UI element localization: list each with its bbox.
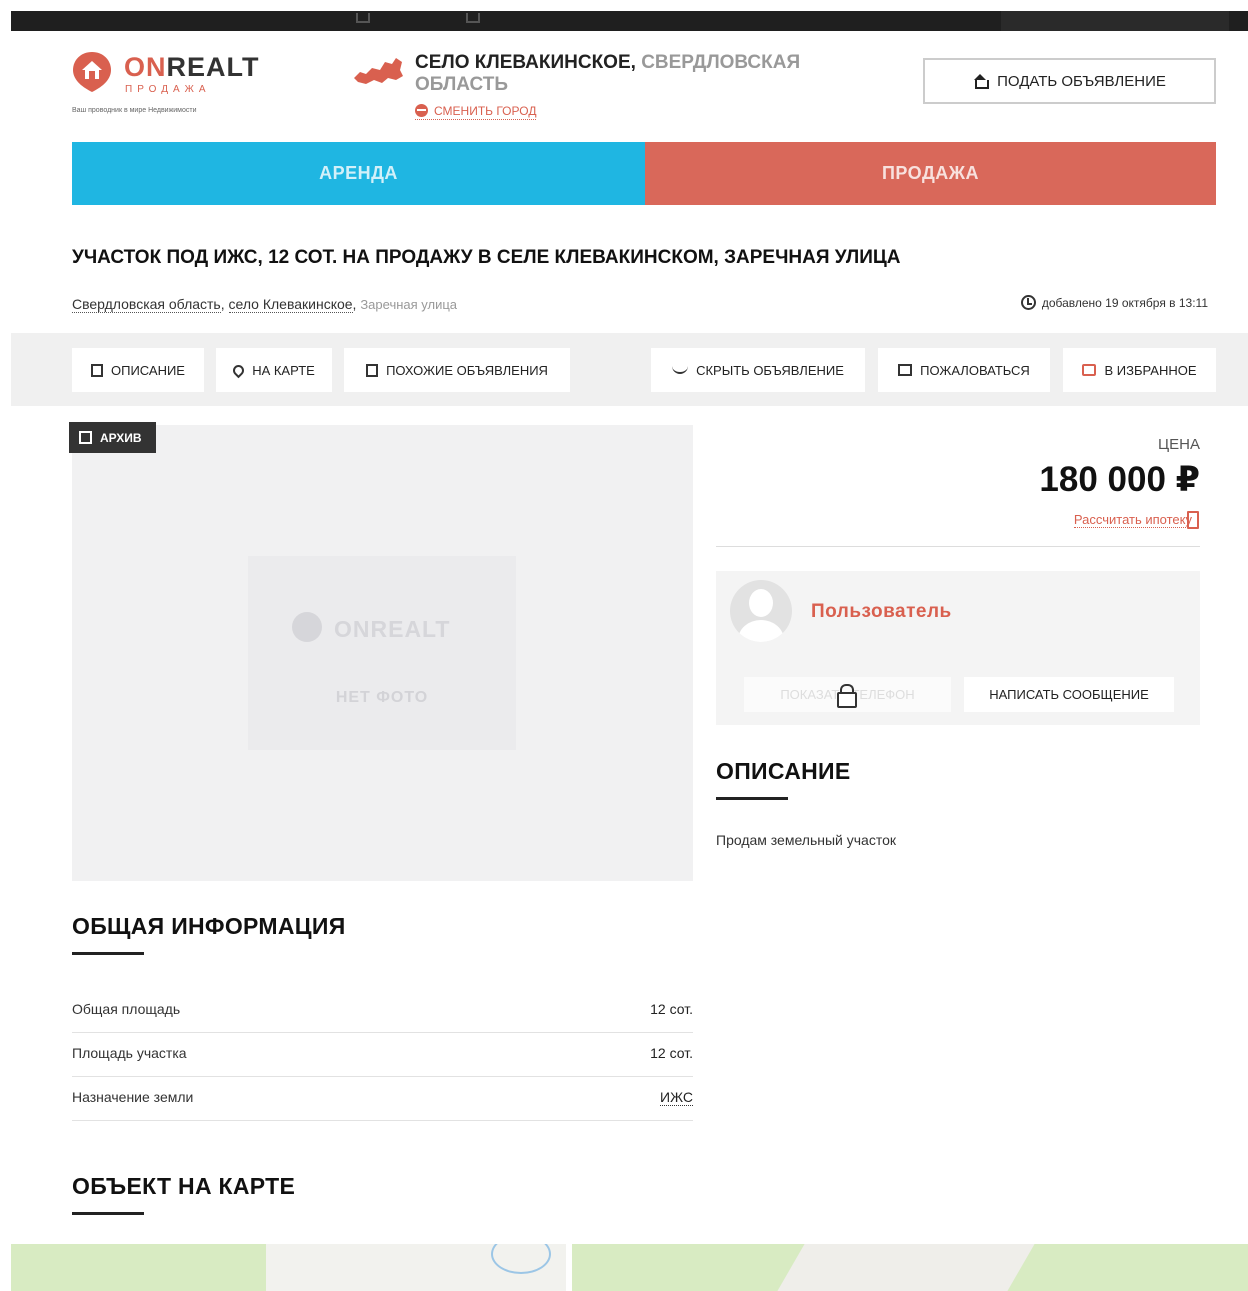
- map-section-title: ОБЪЕКТ НА КАРТЕ: [72, 1173, 296, 1199]
- tab-sale[interactable]: ПРОДАЖА: [645, 142, 1216, 205]
- hide-ad-button[interactable]: СКРЫТЬ ОБЪЯВЛЕНИЕ: [651, 348, 865, 392]
- lock-icon: [836, 684, 857, 708]
- page-title: УЧАСТОК ПОД ИЖС, 12 СОТ. НА ПРОДАЖУ В СЕ…: [72, 247, 901, 268]
- globe-icon: [415, 104, 428, 117]
- city-selector: СЕЛО КЛЕВАКИНСКОЕ, СВЕРДЛОВСКАЯ ОБЛАСТЬ …: [352, 52, 852, 124]
- seller-card: Пользователь ПОКАЗАТЬ ТЕЛЕФОН НАПИСАТЬ С…: [716, 571, 1200, 725]
- russia-map-icon: [354, 58, 403, 84]
- top-bar: [11, 11, 1248, 31]
- section-underline: [72, 952, 144, 955]
- city-link[interactable]: село Клевакинское: [228, 296, 353, 313]
- map-road: [566, 1244, 572, 1291]
- no-photo-text: НЕТ ФОТО: [335, 689, 429, 706]
- mortgage-link[interactable]: Рассчитать ипотеку: [1073, 512, 1192, 528]
- change-city-link[interactable]: СМЕНИТЬ ГОРОД: [415, 104, 537, 120]
- no-photo-placeholder: ONREALT НЕТ ФОТО: [248, 556, 516, 750]
- info-row: Общая площадь 12 сот.: [72, 989, 693, 1033]
- site-logo[interactable]: ONREALT ПРОДАЖА Ваш проводник в мире Нед…: [72, 48, 282, 120]
- thumbs-up-icon: [1082, 364, 1097, 376]
- comment-icon: [898, 364, 913, 376]
- logo-tagline: Ваш проводник в мире Недвижимости: [72, 107, 197, 114]
- info-value-link[interactable]: ИЖС: [660, 1089, 693, 1106]
- clock-icon: [1020, 295, 1036, 310]
- seller-name[interactable]: Пользователь: [811, 601, 952, 623]
- logo-subtitle: ПРОДАЖА: [125, 84, 211, 95]
- map-area: [777, 1244, 1035, 1291]
- info-key: Общая площадь: [72, 1001, 181, 1017]
- info-row: Назначение земли ИЖС: [72, 1077, 693, 1121]
- eye-closed-icon: [672, 366, 689, 374]
- logo-icon: [73, 52, 111, 92]
- on-map-button[interactable]: НА КАРТЕ: [216, 348, 332, 392]
- actions-bar: ОПИСАНИЕ НА КАРТЕ ПОХОЖИЕ ОБЪЯВЛЕНИЯ СКР…: [11, 333, 1248, 406]
- price-value: 180 000 ₽: [1039, 460, 1200, 499]
- login-icon[interactable]: [356, 13, 370, 23]
- info-key: Назначение земли: [72, 1089, 194, 1105]
- section-underline: [716, 797, 788, 800]
- street-name: Заречная улица: [360, 297, 458, 312]
- info-key: Площадь участка: [72, 1045, 187, 1061]
- similar-ads-button[interactable]: ПОХОЖИЕ ОБЪЯВЛЕНИЯ: [344, 348, 570, 392]
- description-text: Продам земельный участок: [716, 832, 897, 848]
- city-title: СЕЛО КЛЕВАКИНСКОЕ, СВЕРДЛОВСКАЯ ОБЛАСТЬ: [415, 52, 801, 95]
- listing-address: Свердловская область, село Клевакинское,…: [72, 296, 458, 313]
- info-value: 12 сот.: [650, 1045, 693, 1061]
- description-title: ОПИСАНИЕ: [716, 758, 851, 784]
- general-info-title: ОБЩАЯ ИНФОРМАЦИЯ: [72, 913, 346, 939]
- placeholder-logo: ONREALT: [292, 612, 450, 643]
- copy-icon: [366, 363, 379, 377]
- added-date: добавлено 19 октября в 13:11: [1020, 295, 1208, 310]
- write-message-button[interactable]: НАПИСАТЬ СООБЩЕНИЕ: [964, 677, 1174, 712]
- archive-badge: АРХИВ: [69, 422, 156, 453]
- document-icon: [91, 363, 103, 377]
- logo-name: ONREALT: [124, 52, 260, 82]
- user-menu[interactable]: [1001, 11, 1229, 31]
- complain-button[interactable]: ПОЖАЛОВАТЬСЯ: [878, 348, 1050, 392]
- section-underline: [72, 1212, 144, 1215]
- divider: [716, 546, 1200, 547]
- description-button[interactable]: ОПИСАНИЕ: [72, 348, 204, 392]
- register-icon[interactable]: [466, 13, 480, 23]
- info-value: 12 сот.: [650, 1001, 693, 1017]
- favorite-button[interactable]: В ИЗБРАННОЕ: [1063, 348, 1216, 392]
- archive-icon: [79, 431, 92, 444]
- calculator-icon[interactable]: [1187, 511, 1199, 529]
- tab-rent[interactable]: АРЕНДА: [72, 142, 645, 205]
- post-ad-button[interactable]: ПОДАТЬ ОБЪЯВЛЕНИЕ: [923, 58, 1216, 104]
- avatar: [730, 580, 792, 642]
- region-link[interactable]: Свердловская область: [72, 296, 221, 313]
- price-label: ЦЕНА: [1158, 436, 1200, 453]
- map-pin-icon: [230, 362, 247, 378]
- home-icon: [973, 74, 990, 89]
- info-row: Площадь участка 12 сот.: [72, 1033, 693, 1077]
- object-map[interactable]: [11, 1244, 1248, 1291]
